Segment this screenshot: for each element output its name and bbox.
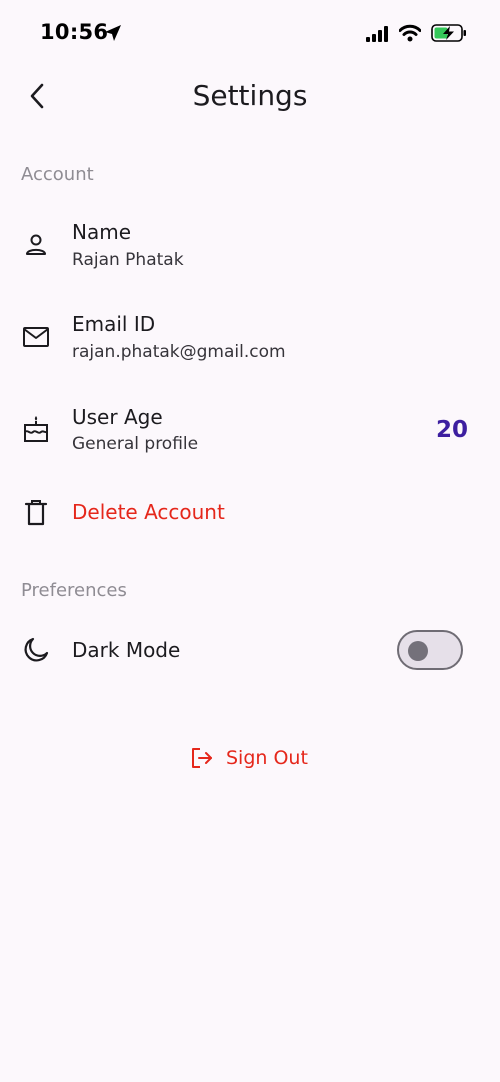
name-row[interactable]: Name Rajan Phatak <box>0 212 500 282</box>
trash-icon <box>21 498 51 528</box>
page-title: Settings <box>192 79 308 112</box>
wifi-icon <box>398 24 422 42</box>
moon-icon <box>21 635 51 665</box>
app-bar: Settings <box>0 70 500 126</box>
email-row[interactable]: Email ID rajan.phatak@gmail.com <box>0 304 500 374</box>
section-header-account: Account <box>21 164 94 185</box>
delete-account-row[interactable]: Delete Account <box>0 490 500 536</box>
age-value: 20 <box>435 417 468 443</box>
section-header-preferences: Preferences <box>21 580 127 601</box>
status-bar: 10:56 <box>0 0 500 66</box>
age-row[interactable]: User Age General profile 20 <box>0 397 500 467</box>
dark-mode-label: Dark Mode <box>72 638 181 662</box>
status-time: 10:56 <box>40 20 109 44</box>
age-subtitle: General profile <box>72 434 199 454</box>
cake-icon <box>21 414 51 444</box>
email-value: rajan.phatak@gmail.com <box>72 342 286 362</box>
sign-out-button[interactable]: Sign Out <box>190 743 308 773</box>
age-title: User Age <box>72 405 163 429</box>
delete-account-label: Delete Account <box>72 500 225 524</box>
email-title: Email ID <box>72 312 156 336</box>
person-icon <box>21 230 51 260</box>
name-title: Name <box>72 220 132 244</box>
logout-icon <box>190 746 214 770</box>
battery-charging-icon <box>431 23 467 43</box>
dark-mode-toggle[interactable] <box>397 630 463 670</box>
dark-mode-row: Dark Mode <box>0 626 500 674</box>
sign-out-label: Sign Out <box>226 747 308 769</box>
location-arrow-icon <box>103 23 123 43</box>
cellular-signal-icon <box>366 26 390 42</box>
toggle-knob <box>408 641 428 661</box>
mail-icon <box>21 322 51 352</box>
name-value: Rajan Phatak <box>72 250 184 270</box>
